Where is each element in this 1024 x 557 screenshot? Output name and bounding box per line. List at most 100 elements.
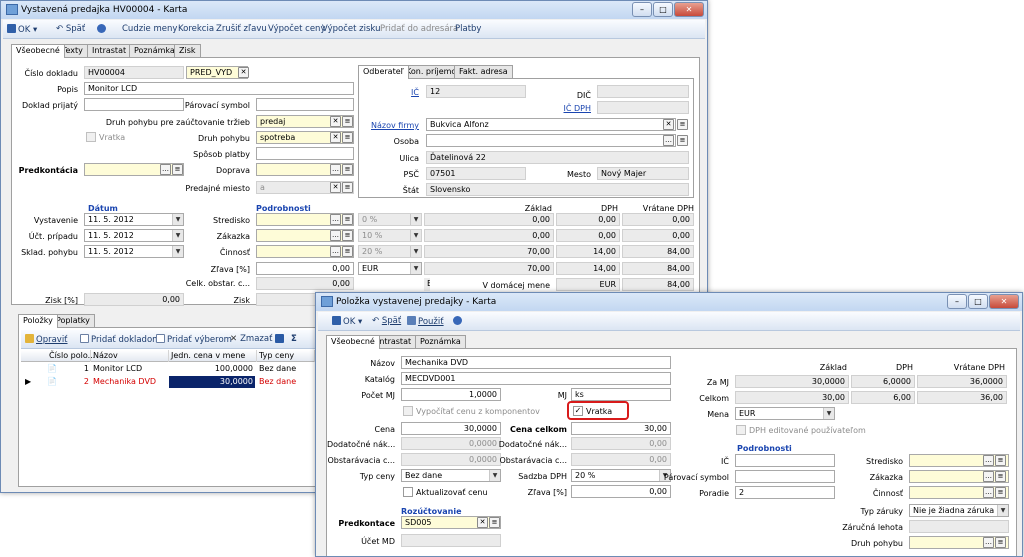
ico-link[interactable]: IČ	[359, 86, 419, 99]
delete-item-button[interactable]: ✕ Zmazať	[230, 334, 272, 344]
vat-rate-20[interactable]: 20 % ▼	[358, 245, 422, 258]
item-center-list-icon[interactable]: ≡	[995, 455, 1006, 466]
close-icon[interactable]: ✕	[674, 2, 704, 17]
item-contract-more-icon[interactable]: …	[983, 471, 994, 482]
cancel-discount-button[interactable]: Zrušiť zľavu	[216, 24, 267, 34]
order-more-icon[interactable]: …	[330, 230, 341, 241]
grid-header-type[interactable]: Typ ceny	[257, 350, 315, 362]
extra-cost2-field[interactable]: 0,00	[571, 437, 671, 450]
item-name-field[interactable]: Mechanika DVD	[401, 356, 671, 369]
grid-header-name[interactable]: Názov	[91, 350, 169, 362]
center-list-icon[interactable]: ≡	[342, 214, 353, 225]
item-currency-dropdown-icon[interactable]: ▼	[823, 408, 834, 419]
total-row-total[interactable]: 36,00	[917, 391, 1007, 404]
ok-button[interactable]: OK ▾	[7, 24, 37, 35]
movement-list-icon[interactable]: ≡	[342, 132, 353, 143]
vat-rate-10[interactable]: 10 % ▼	[358, 229, 422, 242]
calc-components-checkbox[interactable]	[403, 406, 413, 416]
maximize-icon[interactable]: □	[653, 2, 673, 17]
movement-receipts-clear-icon[interactable]: ✕	[330, 116, 341, 127]
per-unit-vat[interactable]: 6,0000	[851, 375, 915, 388]
return-checkbox[interactable]	[86, 132, 96, 142]
purchase-field[interactable]: 0,0000	[401, 453, 501, 466]
grid-header-price[interactable]: Jedn. cena v mene	[169, 350, 257, 362]
item-movement-list-icon[interactable]: ≡	[995, 537, 1006, 548]
sales-place-clear-icon[interactable]: ✕	[330, 182, 341, 193]
calc-profit-button[interactable]: Výpočet zisku	[322, 24, 380, 34]
summary-base-2[interactable]: 70,00	[424, 245, 554, 258]
qty-field[interactable]: 1,0000	[401, 388, 501, 401]
summary-vat-1[interactable]: 0,00	[556, 229, 620, 242]
item-center-field[interactable]	[909, 454, 1009, 467]
icdph-field[interactable]	[597, 101, 689, 114]
price-field[interactable]: 30,0000	[401, 422, 501, 435]
unit-field[interactable]: ks	[571, 388, 671, 401]
minimize-icon[interactable]: –	[632, 2, 652, 17]
domestic-base[interactable]: EUR	[556, 278, 620, 291]
update-price-checkbox[interactable]	[403, 487, 413, 497]
company-link[interactable]: Názov firmy	[359, 119, 419, 132]
per-unit-base[interactable]: 30,0000	[735, 375, 849, 388]
total-purchase-field[interactable]: 0,00	[256, 277, 354, 290]
company-clear-icon[interactable]: ✕	[663, 119, 674, 130]
add-by-selection-button[interactable]: Pridať výberom	[156, 334, 232, 345]
item-help-button[interactable]	[453, 316, 464, 327]
person-field[interactable]	[426, 134, 676, 147]
vat-rate-0-dropdown-icon[interactable]: ▼	[410, 214, 421, 225]
activity-list-icon[interactable]: ≡	[342, 246, 353, 257]
catalog-field[interactable]: MECDVD001	[401, 372, 671, 385]
vat-rate-0[interactable]: 0 % ▼	[358, 213, 422, 226]
summary-base-0[interactable]: 0,00	[424, 213, 554, 226]
item-contract-list-icon[interactable]: ≡	[995, 471, 1006, 482]
summary-vat-2[interactable]: 14,00	[556, 245, 620, 258]
currency-dropdown-icon[interactable]: ▼	[410, 263, 421, 274]
payment-method-field[interactable]	[256, 147, 354, 160]
tab-intrastat[interactable]: Intrastat	[87, 44, 132, 57]
tab-customer[interactable]: Odberateľ	[358, 65, 409, 79]
ico-field[interactable]: 12	[426, 85, 526, 98]
main-titlebar[interactable]: Vystavená predajka HV00004 - Karta – □ ✕	[1, 1, 707, 19]
add-by-doc-button[interactable]: Pridať dokladom	[80, 334, 160, 345]
order-list-icon[interactable]: ≡	[342, 230, 353, 241]
warranty-dropdown-icon[interactable]: ▼	[997, 505, 1008, 516]
back-button[interactable]: ↶ Späť	[56, 24, 85, 34]
correction-button[interactable]: Korekcia	[178, 24, 214, 34]
sales-place-list-icon[interactable]: ≡	[342, 182, 353, 193]
vat-rate-select[interactable]: 20 % ▼	[571, 469, 671, 482]
ic-field[interactable]	[735, 454, 835, 467]
total-row-base[interactable]: 30,00	[735, 391, 849, 404]
person-more-icon[interactable]: …	[663, 135, 674, 146]
item-activity-more-icon[interactable]: …	[983, 487, 994, 498]
summary-total-2[interactable]: 84,00	[622, 245, 694, 258]
tab-profit[interactable]: Zisk	[174, 44, 201, 57]
vat-editable-checkbox[interactable]	[736, 425, 746, 435]
tab-note[interactable]: Poznámka	[129, 44, 180, 57]
item-discount-field[interactable]: 0,00	[571, 485, 671, 498]
domestic-total[interactable]: 84,00	[622, 278, 694, 291]
desc-field[interactable]: Monitor LCD	[84, 82, 354, 95]
tab-general[interactable]: Všeobecné	[11, 44, 65, 58]
grid-header-num[interactable]: Číslo polo...	[47, 350, 95, 362]
item-currency-select[interactable]: EUR ▼	[735, 407, 835, 420]
currency-select[interactable]: EUR ▼	[358, 262, 422, 275]
company-field[interactable]: Bukvica Alfonz	[426, 118, 676, 131]
warranty-period-field[interactable]	[909, 520, 1009, 533]
warranty-select[interactable]: Nie je žiadna záruka ▼	[909, 504, 1009, 517]
foreign-currency-button[interactable]: Cudzie meny	[122, 24, 177, 34]
center-more-icon[interactable]: …	[330, 214, 341, 225]
sum-button[interactable]: Σ	[291, 334, 297, 344]
tab-item-note[interactable]: Poznámka	[415, 335, 466, 348]
summary-total-1[interactable]: 0,00	[622, 229, 694, 242]
zip-field[interactable]: 07501	[426, 167, 526, 180]
vat-rate-20-dropdown-icon[interactable]: ▼	[410, 246, 421, 257]
person-list-icon[interactable]: ≡	[677, 135, 688, 146]
item-movement-more-icon[interactable]: …	[983, 537, 994, 548]
doc-number-field[interactable]: HV00004	[84, 66, 184, 79]
summary-total-0[interactable]: 0,00	[622, 213, 694, 226]
activity-more-icon[interactable]: …	[330, 246, 341, 257]
discount-field[interactable]: 0,00	[256, 262, 354, 275]
summary-total-vat[interactable]: 14,00	[556, 262, 620, 275]
pair-symbol-field[interactable]	[256, 98, 354, 111]
tab-items[interactable]: Položky	[18, 314, 58, 328]
tab-invoice-address[interactable]: Fakt. adresa	[454, 65, 513, 78]
